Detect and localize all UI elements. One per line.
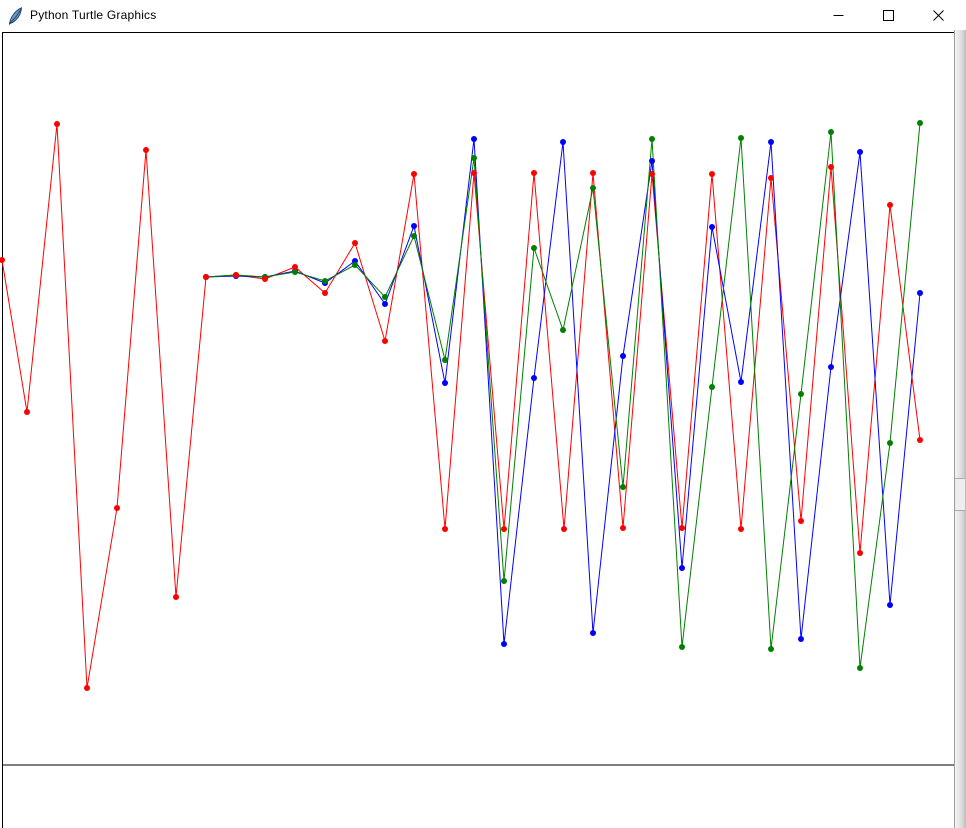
red-marker — [738, 526, 744, 532]
red-marker — [828, 164, 834, 170]
minimize-button[interactable] — [813, 0, 863, 30]
green-marker — [649, 136, 655, 142]
blue-marker — [738, 379, 744, 385]
green-marker — [411, 233, 417, 239]
blue-line — [206, 139, 920, 644]
python-feather-icon — [8, 7, 23, 25]
blue-marker — [679, 565, 685, 571]
red-marker — [233, 272, 239, 278]
green-marker — [828, 129, 834, 135]
red-marker — [917, 437, 923, 443]
blue-marker — [917, 290, 923, 296]
window-controls — [813, 0, 963, 30]
plot-layer — [0, 0, 966, 828]
red-marker — [322, 290, 328, 296]
blue-marker — [887, 602, 893, 608]
window-frame-scrollbar[interactable] — [954, 30, 966, 828]
red-marker — [442, 526, 448, 532]
red-marker — [352, 240, 358, 246]
red-marker — [54, 121, 60, 127]
red-marker — [768, 175, 774, 181]
red-marker — [382, 338, 388, 344]
blue-marker — [411, 223, 417, 229]
red-marker — [411, 171, 417, 177]
red-marker — [24, 409, 30, 415]
red-marker — [649, 171, 655, 177]
blue-marker — [798, 636, 804, 642]
red-marker — [173, 594, 179, 600]
blue-marker — [560, 139, 566, 145]
blue-marker — [442, 380, 448, 386]
red-marker — [679, 525, 685, 531]
green-marker — [560, 327, 566, 333]
blue-marker — [590, 630, 596, 636]
green-marker — [590, 185, 596, 191]
blue-marker — [620, 353, 626, 359]
blue-marker — [501, 641, 507, 647]
window-title: Python Turtle Graphics — [30, 8, 156, 22]
red-marker — [590, 170, 596, 176]
blue-marker — [471, 136, 477, 142]
red-marker — [798, 518, 804, 524]
green-marker — [471, 155, 477, 161]
green-marker — [531, 245, 537, 251]
green-marker — [887, 440, 893, 446]
red-marker — [292, 264, 298, 270]
red-line — [2, 124, 920, 688]
green-line — [206, 123, 920, 668]
blue-marker — [709, 224, 715, 230]
blue-marker — [768, 139, 774, 145]
green-marker — [620, 484, 626, 490]
scrollbar-thumb[interactable] — [955, 478, 965, 511]
red-marker — [561, 526, 567, 532]
title-bar[interactable]: Python Turtle Graphics — [0, 0, 966, 30]
red-marker — [0, 257, 5, 263]
red-marker — [501, 526, 507, 532]
green-marker — [382, 294, 388, 300]
red-marker — [887, 202, 893, 208]
red-marker — [620, 525, 626, 531]
blue-marker — [857, 149, 863, 155]
blue-marker — [382, 301, 388, 307]
green-marker — [768, 646, 774, 652]
green-marker — [857, 665, 863, 671]
red-marker — [531, 170, 537, 176]
green-marker — [798, 391, 804, 397]
red-marker — [857, 550, 863, 556]
maximize-button[interactable] — [863, 0, 913, 30]
red-marker — [203, 274, 209, 280]
close-icon — [933, 10, 944, 21]
blue-marker — [649, 158, 655, 164]
red-marker — [709, 171, 715, 177]
red-marker — [114, 505, 120, 511]
green-marker — [709, 384, 715, 390]
blue-marker — [828, 364, 834, 370]
green-marker — [442, 357, 448, 363]
green-marker — [738, 135, 744, 141]
red-marker — [262, 276, 268, 282]
plot-svg — [0, 0, 966, 828]
minimize-icon — [833, 10, 844, 21]
red-marker — [471, 170, 477, 176]
blue-marker — [531, 375, 537, 381]
red-marker — [143, 147, 149, 153]
close-button[interactable] — [913, 0, 963, 30]
green-marker — [679, 644, 685, 650]
red-marker — [84, 685, 90, 691]
green-marker — [322, 278, 328, 284]
green-marker — [352, 262, 358, 268]
green-marker — [501, 578, 507, 584]
maximize-icon — [883, 10, 894, 21]
green-marker — [917, 120, 923, 126]
